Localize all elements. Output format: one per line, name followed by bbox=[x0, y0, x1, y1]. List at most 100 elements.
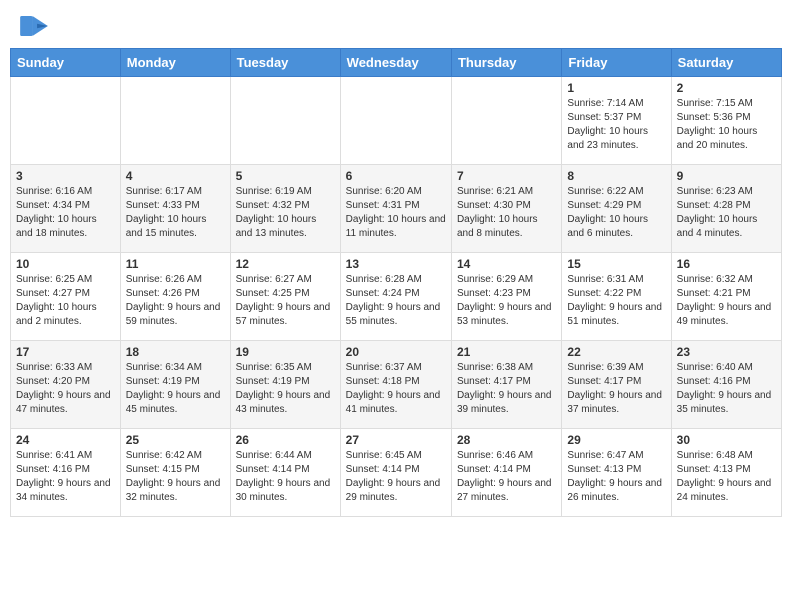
column-header-sunday: Sunday bbox=[11, 49, 121, 77]
calendar-cell: 1Sunrise: 7:14 AM Sunset: 5:37 PM Daylig… bbox=[562, 77, 671, 165]
calendar-cell: 22 Sunrise: 6:39 AM Sunset: 4:17 PM Dayli… bbox=[562, 341, 671, 429]
day-info: Sunrise: 6:39 AM Sunset: 4:17 PM Dayligh… bbox=[567, 361, 665, 417]
calendar-week-row: 17 Sunrise: 6:33 AM Sunset: 4:20 PM Dayli… bbox=[11, 341, 782, 429]
calendar-cell: 14 Sunrise: 6:29 AM Sunset: 4:23 PM Dayli… bbox=[451, 253, 561, 341]
day-info: Sunrise: 6:20 AM Sunset: 4:31 PM Dayligh… bbox=[346, 185, 446, 241]
day-info: Sunrise: 6:28 AM Sunset: 4:24 PM Dayligh… bbox=[346, 273, 446, 329]
day-info: Sunrise: 6:33 AM Sunset: 4:20 PM Dayligh… bbox=[16, 361, 115, 417]
calendar-cell: 21Sunrise: 6:38 AM Sunset: 4:17 PM Dayli… bbox=[451, 341, 561, 429]
day-info: Sunrise: 6:19 AM Sunset: 4:32 PM Dayligh… bbox=[236, 185, 335, 241]
day-info: Sunrise: 6:34 AM Sunset: 4:19 PM Dayligh… bbox=[126, 361, 225, 417]
calendar-cell: 20 Sunrise: 6:37 AM Sunset: 4:18 PM Dayli… bbox=[340, 341, 451, 429]
calendar-cell bbox=[120, 77, 230, 165]
calendar-cell bbox=[230, 77, 340, 165]
day-number: 10 bbox=[16, 257, 115, 271]
day-number: 24 bbox=[16, 433, 115, 447]
calendar-cell: 29 Sunrise: 6:47 AM Sunset: 4:13 PM Dayli… bbox=[562, 429, 671, 517]
day-number: 11 bbox=[126, 257, 225, 271]
calendar-cell: 12 Sunrise: 6:27 AM Sunset: 4:25 PM Dayli… bbox=[230, 253, 340, 341]
calendar-cell: 5 Sunrise: 6:19 AM Sunset: 4:32 PM Daylig… bbox=[230, 165, 340, 253]
calendar-cell: 4Sunrise: 6:17 AM Sunset: 4:33 PM Daylig… bbox=[120, 165, 230, 253]
calendar-cell: 28 Sunrise: 6:46 AM Sunset: 4:14 PM Dayli… bbox=[451, 429, 561, 517]
day-info: Sunrise: 6:44 AM Sunset: 4:14 PM Dayligh… bbox=[236, 449, 335, 505]
day-number: 29 bbox=[567, 433, 665, 447]
calendar-cell: 7Sunrise: 6:21 AM Sunset: 4:30 PM Daylig… bbox=[451, 165, 561, 253]
day-number: 15 bbox=[567, 257, 665, 271]
calendar-cell: 27 Sunrise: 6:45 AM Sunset: 4:14 PM Dayli… bbox=[340, 429, 451, 517]
calendar-cell: 17 Sunrise: 6:33 AM Sunset: 4:20 PM Dayli… bbox=[11, 341, 121, 429]
calendar-header-row: SundayMondayTuesdayWednesdayThursdayFrid… bbox=[11, 49, 782, 77]
calendar-cell: 25Sunrise: 6:42 AM Sunset: 4:15 PM Dayli… bbox=[120, 429, 230, 517]
day-info: Sunrise: 6:31 AM Sunset: 4:22 PM Dayligh… bbox=[567, 273, 665, 329]
day-number: 13 bbox=[346, 257, 446, 271]
calendar-cell: 3 Sunrise: 6:16 AM Sunset: 4:34 PM Daylig… bbox=[11, 165, 121, 253]
calendar-cell bbox=[451, 77, 561, 165]
day-number: 4 bbox=[126, 169, 225, 183]
day-info: Sunrise: 6:37 AM Sunset: 4:18 PM Dayligh… bbox=[346, 361, 446, 417]
calendar-cell: 6 Sunrise: 6:20 AM Sunset: 4:31 PM Daylig… bbox=[340, 165, 451, 253]
column-header-thursday: Thursday bbox=[451, 49, 561, 77]
calendar-week-row: 10 Sunrise: 6:25 AM Sunset: 4:27 PM Dayli… bbox=[11, 253, 782, 341]
day-number: 16 bbox=[677, 257, 776, 271]
calendar-cell bbox=[340, 77, 451, 165]
day-info: Sunrise: 6:29 AM Sunset: 4:23 PM Dayligh… bbox=[457, 273, 556, 329]
page-header bbox=[0, 0, 792, 40]
column-header-friday: Friday bbox=[562, 49, 671, 77]
day-number: 14 bbox=[457, 257, 556, 271]
day-info: Sunrise: 6:25 AM Sunset: 4:27 PM Dayligh… bbox=[16, 273, 115, 329]
day-number: 23 bbox=[677, 345, 776, 359]
calendar-cell: 13 Sunrise: 6:28 AM Sunset: 4:24 PM Dayli… bbox=[340, 253, 451, 341]
day-number: 28 bbox=[457, 433, 556, 447]
calendar-cell: 9 Sunrise: 6:23 AM Sunset: 4:28 PM Daylig… bbox=[671, 165, 781, 253]
day-number: 2 bbox=[677, 81, 776, 95]
day-number: 18 bbox=[126, 345, 225, 359]
day-info: Sunrise: 6:22 AM Sunset: 4:29 PM Dayligh… bbox=[567, 185, 665, 241]
day-number: 17 bbox=[16, 345, 115, 359]
calendar-cell: 24 Sunrise: 6:41 AM Sunset: 4:16 PM Dayli… bbox=[11, 429, 121, 517]
day-number: 12 bbox=[236, 257, 335, 271]
day-number: 26 bbox=[236, 433, 335, 447]
calendar-cell: 10 Sunrise: 6:25 AM Sunset: 4:27 PM Dayli… bbox=[11, 253, 121, 341]
calendar-week-row: 24 Sunrise: 6:41 AM Sunset: 4:16 PM Dayli… bbox=[11, 429, 782, 517]
day-number: 27 bbox=[346, 433, 446, 447]
calendar-cell bbox=[11, 77, 121, 165]
day-info: Sunrise: 6:40 AM Sunset: 4:16 PM Dayligh… bbox=[677, 361, 776, 417]
day-info: Sunrise: 6:47 AM Sunset: 4:13 PM Dayligh… bbox=[567, 449, 665, 505]
calendar-cell: 18 Sunrise: 6:34 AM Sunset: 4:19 PM Dayli… bbox=[120, 341, 230, 429]
logo bbox=[20, 16, 52, 36]
day-info: Sunrise: 6:48 AM Sunset: 4:13 PM Dayligh… bbox=[677, 449, 776, 505]
day-number: 19 bbox=[236, 345, 335, 359]
day-number: 22 bbox=[567, 345, 665, 359]
column-header-wednesday: Wednesday bbox=[340, 49, 451, 77]
day-number: 5 bbox=[236, 169, 335, 183]
day-info: Sunrise: 7:14 AM Sunset: 5:37 PM Dayligh… bbox=[567, 97, 665, 153]
column-header-saturday: Saturday bbox=[671, 49, 781, 77]
day-number: 3 bbox=[16, 169, 115, 183]
calendar-cell: 15 Sunrise: 6:31 AM Sunset: 4:22 PM Dayli… bbox=[562, 253, 671, 341]
day-info: Sunrise: 6:32 AM Sunset: 4:21 PM Dayligh… bbox=[677, 273, 776, 329]
calendar-cell: 19Sunrise: 6:35 AM Sunset: 4:19 PM Dayli… bbox=[230, 341, 340, 429]
calendar-cell: 30 Sunrise: 6:48 AM Sunset: 4:13 PM Dayli… bbox=[671, 429, 781, 517]
calendar-cell: 11Sunrise: 6:26 AM Sunset: 4:26 PM Dayli… bbox=[120, 253, 230, 341]
day-info: Sunrise: 6:21 AM Sunset: 4:30 PM Dayligh… bbox=[457, 185, 556, 241]
day-number: 8 bbox=[567, 169, 665, 183]
calendar-week-row: 3 Sunrise: 6:16 AM Sunset: 4:34 PM Daylig… bbox=[11, 165, 782, 253]
calendar-cell: 16 Sunrise: 6:32 AM Sunset: 4:21 PM Dayli… bbox=[671, 253, 781, 341]
day-number: 25 bbox=[126, 433, 225, 447]
day-number: 9 bbox=[677, 169, 776, 183]
day-number: 20 bbox=[346, 345, 446, 359]
day-number: 6 bbox=[346, 169, 446, 183]
calendar-table: SundayMondayTuesdayWednesdayThursdayFrid… bbox=[10, 48, 782, 517]
day-info: Sunrise: 6:45 AM Sunset: 4:14 PM Dayligh… bbox=[346, 449, 446, 505]
day-info: Sunrise: 6:38 AM Sunset: 4:17 PM Dayligh… bbox=[457, 361, 556, 417]
day-info: Sunrise: 6:27 AM Sunset: 4:25 PM Dayligh… bbox=[236, 273, 335, 329]
day-info: Sunrise: 6:41 AM Sunset: 4:16 PM Dayligh… bbox=[16, 449, 115, 505]
calendar-cell: 23 Sunrise: 6:40 AM Sunset: 4:16 PM Dayli… bbox=[671, 341, 781, 429]
day-info: Sunrise: 6:46 AM Sunset: 4:14 PM Dayligh… bbox=[457, 449, 556, 505]
day-info: Sunrise: 6:16 AM Sunset: 4:34 PM Dayligh… bbox=[16, 185, 115, 241]
day-info: Sunrise: 7:15 AM Sunset: 5:36 PM Dayligh… bbox=[677, 97, 776, 153]
day-info: Sunrise: 6:23 AM Sunset: 4:28 PM Dayligh… bbox=[677, 185, 776, 241]
day-number: 30 bbox=[677, 433, 776, 447]
calendar-cell: 2 Sunrise: 7:15 AM Sunset: 5:36 PM Daylig… bbox=[671, 77, 781, 165]
column-header-monday: Monday bbox=[120, 49, 230, 77]
